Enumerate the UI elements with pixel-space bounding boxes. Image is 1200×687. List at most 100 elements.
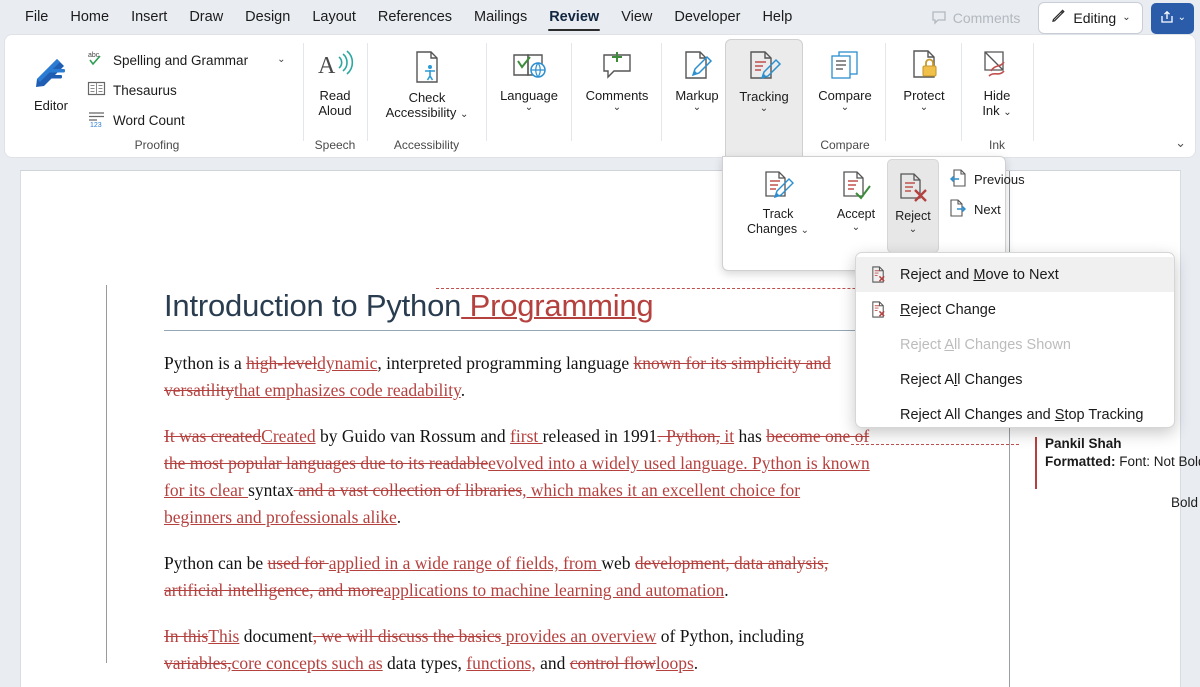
menu-item-reject-all-changes-and-stop-tracking[interactable]: Reject All Changes and Stop Tracking bbox=[856, 397, 1174, 432]
markup-balloon-kind: Formatted: bbox=[1045, 454, 1116, 469]
next-label: Next bbox=[974, 202, 1001, 217]
unchanged-text: syntax bbox=[248, 480, 294, 500]
ribbon-group-tracking[interactable]: Tracking ⌄ bbox=[725, 39, 803, 159]
track-changes-icon bbox=[761, 170, 795, 207]
markup-balloon-clipped: Bold bbox=[1171, 495, 1200, 510]
titlebar-actions: Comments Editing ⌄ ⌄ bbox=[921, 0, 1194, 36]
tab-home[interactable]: Home bbox=[59, 3, 120, 33]
check-accessibility-icon bbox=[409, 49, 445, 90]
word-count-button[interactable]: 123 Word Count bbox=[87, 109, 185, 131]
inserted-text: applications to machine learning and aut… bbox=[383, 580, 725, 600]
menu-item-reject-all-changes[interactable]: Reject All Changes bbox=[856, 362, 1174, 397]
tab-references[interactable]: References bbox=[367, 3, 463, 33]
markup-balloon[interactable]: Pankil Shah Formatted: Font: Not Bold bbox=[1045, 435, 1200, 471]
next-change-icon bbox=[949, 199, 967, 220]
ribbon-group-speech: A Read Aloud Speech bbox=[305, 37, 365, 155]
protect-button[interactable]: Protect ⌄ bbox=[889, 43, 959, 135]
protect-label: Protect bbox=[903, 88, 945, 103]
markup-balloon-detail: Font: Not Bold bbox=[1115, 454, 1200, 469]
check-accessibility-label: Check Accessibility ⌄ bbox=[386, 90, 469, 120]
tab-developer[interactable]: Developer bbox=[663, 3, 751, 33]
inserted-text: provides an overview bbox=[501, 626, 657, 646]
comments-button[interactable]: Comments bbox=[921, 4, 1031, 33]
chevron-down-icon: ⌄ bbox=[800, 225, 809, 236]
inserted-text: loops bbox=[655, 653, 694, 673]
document-text: Introduction to Python Programming Pytho… bbox=[164, 286, 870, 677]
editor-button[interactable]: Editor bbox=[19, 43, 83, 129]
tab-label: Layout bbox=[312, 9, 356, 25]
tab-design[interactable]: Design bbox=[234, 3, 301, 33]
comments-ribbon-button[interactable]: Comments ⌄ bbox=[577, 43, 657, 135]
heading-kept-text: Introduction to Python bbox=[164, 288, 462, 323]
tab-mailings[interactable]: Mailings bbox=[463, 3, 538, 33]
tab-label: Mailings bbox=[474, 9, 528, 25]
unchanged-text: Python can be bbox=[164, 553, 268, 573]
unchanged-text: web bbox=[601, 553, 635, 573]
ribbon-collapse-chevron-down-icon[interactable]: ⌄ bbox=[1175, 135, 1186, 151]
markup-balloon-bar bbox=[1035, 437, 1037, 489]
next-change-button[interactable]: Next bbox=[949, 199, 1001, 220]
menu-item-label: Reject All Changes bbox=[900, 371, 1023, 388]
ribbon-group-comments: Comments ⌄ bbox=[573, 37, 661, 155]
markup-balloon-clipped-text: Bold bbox=[1171, 495, 1199, 510]
comments-label: Comments bbox=[952, 10, 1021, 26]
menu-item-label: Reject All Changes Shown bbox=[900, 336, 1071, 353]
menu-item-label: Reject and Move to Next bbox=[900, 266, 1059, 283]
reject-button[interactable]: Reject ⌄ bbox=[887, 159, 939, 253]
comment-icon bbox=[931, 9, 947, 28]
hide-ink-button[interactable]: Hide Ink ⌄ bbox=[965, 43, 1029, 135]
tab-layout[interactable]: Layout bbox=[301, 3, 367, 33]
tab-draw[interactable]: Draw bbox=[178, 3, 234, 33]
paragraph-3: Python can be used for applied in a wide… bbox=[164, 550, 870, 604]
language-button[interactable]: Language ⌄ bbox=[492, 43, 566, 135]
track-changes-label: Track Changes ⌄ bbox=[747, 207, 809, 237]
accept-button[interactable]: Accept ⌄ bbox=[827, 163, 885, 245]
tab-label: View bbox=[621, 9, 653, 25]
previous-change-button[interactable]: Previous bbox=[949, 169, 1025, 190]
tab-label: Insert bbox=[131, 9, 168, 25]
tracking-button[interactable]: Tracking ⌄ bbox=[730, 44, 798, 136]
deleted-text: It was created bbox=[164, 426, 262, 446]
unchanged-text: . bbox=[460, 380, 466, 400]
editor-pen-icon bbox=[29, 49, 73, 98]
markup-label: Markup bbox=[675, 88, 719, 103]
tab-insert[interactable]: Insert bbox=[120, 3, 178, 33]
spelling-and-grammar-button[interactable]: abc Spelling and Grammar ⌄ bbox=[87, 49, 285, 71]
thesaurus-button[interactable]: Thesaurus bbox=[87, 79, 177, 101]
tab-help[interactable]: Help bbox=[751, 3, 803, 33]
compare-button[interactable]: Compare ⌄ bbox=[809, 43, 881, 135]
abc-check-icon: abc bbox=[87, 49, 106, 71]
reject-x-icon bbox=[868, 301, 888, 318]
read-aloud-button[interactable]: A Read Aloud bbox=[307, 43, 363, 135]
unchanged-text: . bbox=[396, 507, 402, 527]
tab-view[interactable]: View bbox=[610, 3, 663, 33]
unchanged-text: data types, bbox=[382, 653, 467, 673]
chevron-down-icon: ⌄ bbox=[1122, 12, 1131, 23]
heading-inserted-text: Programming bbox=[461, 288, 654, 323]
share-button[interactable]: ⌄ bbox=[1150, 2, 1194, 34]
deleted-text: control flow bbox=[569, 653, 656, 673]
svg-text:123: 123 bbox=[90, 122, 102, 128]
track-changes-button[interactable]: Track Changes ⌄ bbox=[733, 163, 823, 245]
unchanged-text: document bbox=[239, 626, 313, 646]
editor-label: Editor bbox=[34, 98, 68, 113]
language-label: Language bbox=[500, 88, 558, 103]
group-divider bbox=[661, 43, 662, 141]
menu-item-reject-change[interactable]: Reject Change bbox=[856, 292, 1174, 327]
menu-item-reject-and-move-to-next[interactable]: Reject and Move to Next bbox=[856, 257, 1174, 292]
track-changes-text: Track Changes bbox=[747, 207, 798, 236]
accept-check-icon bbox=[839, 170, 873, 207]
chevron-down-icon: ⌄ bbox=[919, 102, 929, 113]
markup-button[interactable]: Markup ⌄ bbox=[665, 43, 729, 135]
editing-mode-button[interactable]: Editing ⌄ bbox=[1038, 2, 1143, 34]
ribbon-group-proofing: Editor abc Spelling and Grammar ⌄ Thesau… bbox=[11, 37, 303, 155]
document-heading: Introduction to Python Programming bbox=[164, 286, 870, 331]
ribbon-group-protect: Protect ⌄ bbox=[887, 37, 961, 155]
tab-file[interactable]: File bbox=[14, 3, 59, 33]
tab-label: File bbox=[25, 9, 49, 25]
check-accessibility-button[interactable]: Check Accessibility ⌄ bbox=[377, 43, 477, 135]
hide-ink-label: Hide Ink ⌄ bbox=[982, 88, 1011, 118]
tab-review[interactable]: Review bbox=[538, 3, 610, 33]
group-divider bbox=[367, 43, 368, 141]
chevron-down-icon[interactable]: ⌄ bbox=[277, 55, 285, 65]
